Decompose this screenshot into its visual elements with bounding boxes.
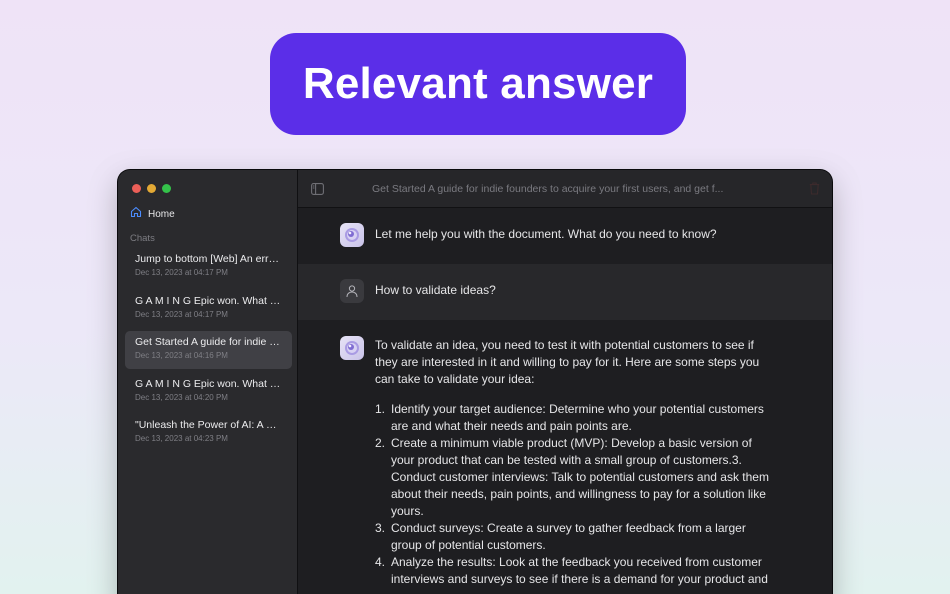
list-item-number: 1. (375, 402, 386, 416)
assistant-message: To validate an idea, you need to test it… (298, 320, 832, 588)
chat-list-item[interactable]: "Unleash the Power of AI: A Complete Dec… (125, 414, 292, 452)
list-item-number: 2. (375, 436, 386, 450)
chat-list-item-selected[interactable]: Get Started A guide for indie founders D… (125, 331, 292, 369)
chat-list-item[interactable]: G A M I N G Epic won. What does it mean … (125, 290, 292, 328)
app-window: Home Chats Jump to bottom [Web] An error… (118, 170, 832, 594)
message-text: How to validate ideas? (375, 283, 496, 297)
chat-list: Jump to bottom [Web] An error occurred D… (125, 248, 292, 456)
chat-list-item[interactable]: Jump to bottom [Web] An error occurred D… (125, 248, 292, 286)
chat-title: Get Started A guide for indie founders (135, 336, 282, 348)
sidebar: Home Chats Jump to bottom [Web] An error… (118, 170, 298, 594)
ai-orb-icon (340, 223, 364, 247)
minimize-window-button[interactable] (147, 184, 156, 193)
answer-steps-list: 1. Identify your target audience: Determ… (375, 401, 775, 588)
list-item: 4. Analyze the results: Look at the feed… (375, 554, 775, 588)
list-item-text: Identify your target audience: Determine… (391, 402, 764, 433)
list-item-text: Conduct surveys: Create a survey to gath… (391, 521, 746, 552)
message-text: Let me help you with the document. What … (375, 227, 717, 241)
ai-orb-icon (340, 336, 364, 360)
list-item: 3. Conduct surveys: Create a survey to g… (375, 520, 775, 554)
document-title: Get Started A guide for indie founders t… (372, 182, 724, 195)
sidebar-item-home-label: Home (148, 208, 175, 220)
answer-intro: To validate an idea, you need to test it… (375, 338, 760, 386)
chat-date: Dec 13, 2023 at 04:16 PM (135, 351, 228, 360)
chat-date: Dec 13, 2023 at 04:23 PM (135, 434, 228, 443)
headline-banner: Relevant answer (270, 33, 686, 135)
list-item: 1. Identify your target audience: Determ… (375, 401, 775, 435)
list-item-text: Analyze the results: Look at the feedbac… (391, 555, 768, 586)
chat-list-item[interactable]: G A M I N G Epic won. What does it mean … (125, 373, 292, 411)
list-item-text: Create a minimum viable product (MVP): D… (391, 436, 769, 518)
chat-panel: Get Started A guide for indie founders t… (298, 170, 832, 594)
house-icon (130, 205, 142, 223)
chat-title: G A M I N G Epic won. What does it mean (135, 294, 282, 307)
assistant-message: Let me help you with the document. What … (298, 208, 832, 264)
chat-title: "Unleash the Power of AI: A Complete (135, 419, 282, 431)
person-icon (340, 279, 364, 303)
window-controls (132, 184, 171, 193)
close-window-button[interactable] (132, 184, 141, 193)
list-item-number: 3. (375, 521, 386, 535)
list-item: 2. Create a minimum viable product (MVP)… (375, 435, 775, 520)
message-text: To validate an idea, you need to test it… (375, 336, 775, 588)
trash-icon[interactable] (809, 182, 820, 200)
toolbar: Get Started A guide for indie founders t… (298, 170, 832, 208)
list-item-number: 4. (375, 555, 386, 569)
chats-section-heading: Chats (130, 233, 155, 244)
headline-text: Relevant answer (302, 59, 654, 108)
sidebar-item-home[interactable]: Home (130, 205, 175, 223)
sidebar-toggle-icon[interactable] (310, 182, 324, 196)
chat-date: Dec 13, 2023 at 04:20 PM (135, 392, 228, 402)
user-message: How to validate ideas? (298, 264, 832, 320)
zoom-window-button[interactable] (162, 184, 171, 193)
chat-date: Dec 13, 2023 at 04:17 PM (135, 268, 228, 277)
chat-title: Jump to bottom [Web] An error occurred (135, 253, 282, 265)
chat-title: G A M I N G Epic won. What does it mean (135, 377, 282, 390)
chat-date: Dec 13, 2023 at 04:17 PM (135, 309, 228, 319)
